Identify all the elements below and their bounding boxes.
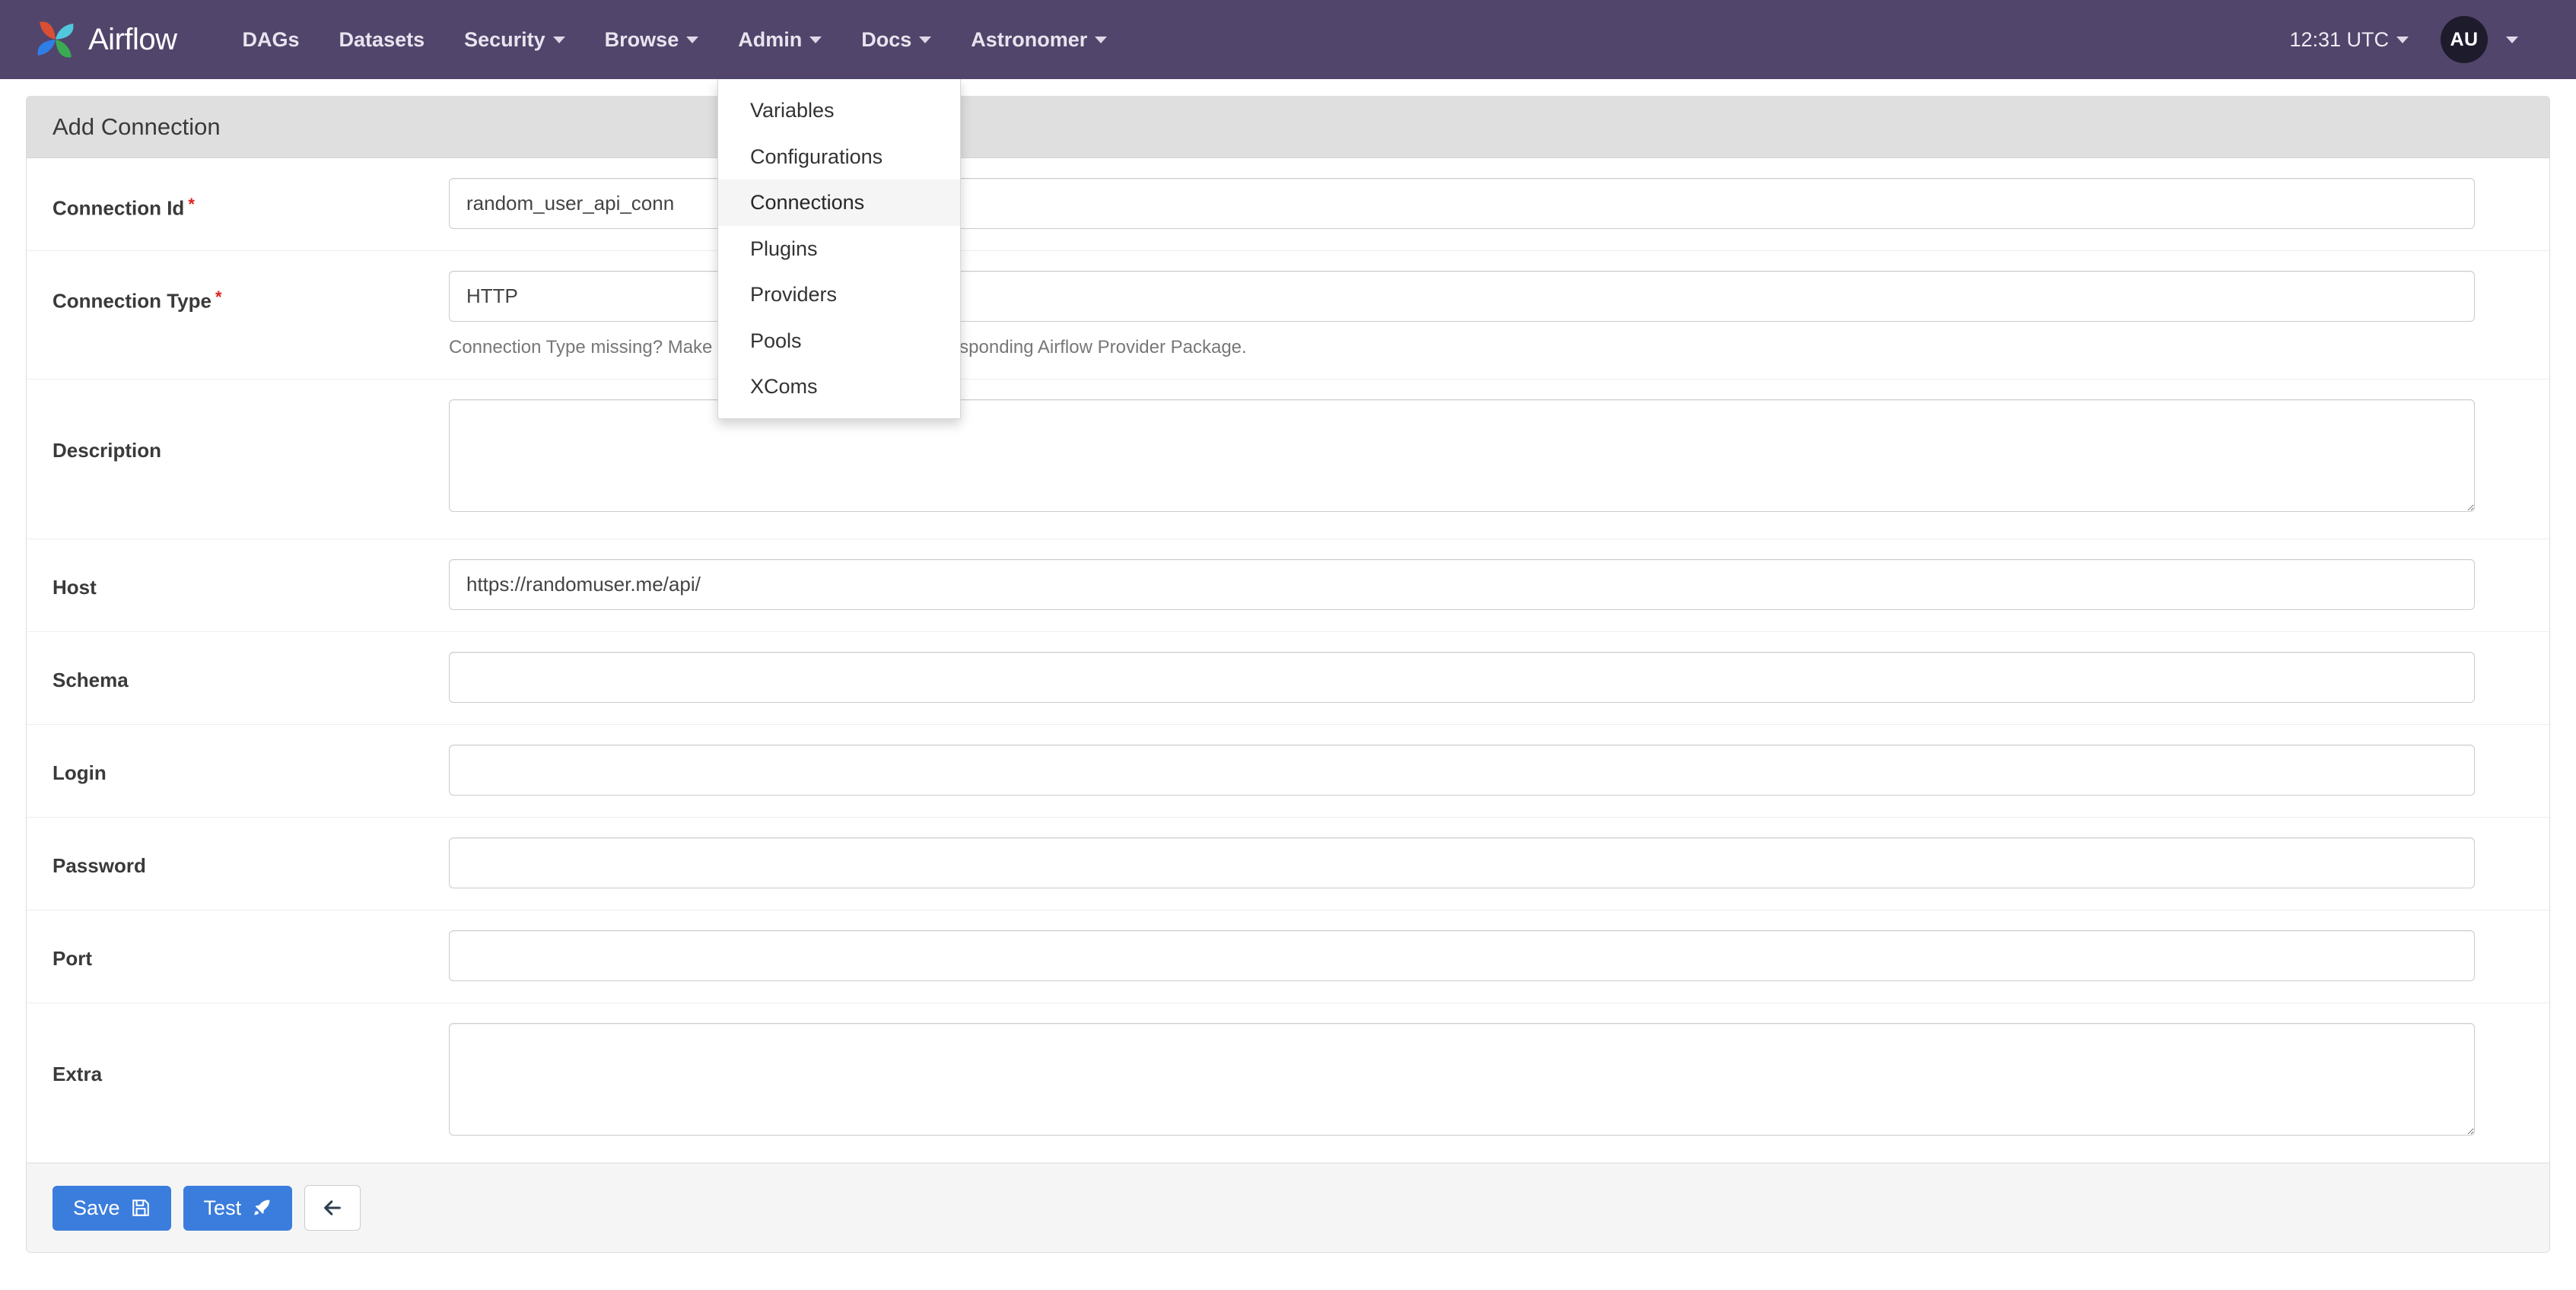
port-label: Port: [52, 947, 92, 971]
form-row-login: Login: [27, 725, 2549, 818]
test-button[interactable]: Test: [183, 1185, 293, 1231]
label-cell: Connection Type *: [27, 251, 449, 313]
form-row-extra: Extra: [27, 1003, 2549, 1164]
admin-dropdown-menu: Variables Configurations Connections Plu…: [717, 79, 961, 419]
chevron-down-icon: [2396, 36, 2409, 43]
nav-item-label: Datasets: [339, 27, 425, 51]
form-row-password: Password: [27, 818, 2549, 911]
control-cell: [449, 725, 2549, 815]
test-button-label: Test: [203, 1196, 242, 1219]
form-row-connection-type: Connection Type* Connection Type missing…: [27, 251, 2549, 380]
nav-item-docs[interactable]: Docs: [841, 0, 951, 79]
user-menu[interactable]: AU: [2428, 16, 2530, 63]
admin-menu-item-configurations[interactable]: Configurations: [718, 134, 960, 180]
nav-items: DAGs Datasets Security Browse Admin Docs…: [223, 0, 1127, 79]
form-row-schema: Schema: [27, 632, 2549, 726]
form-row-connection-id: Connection Id *: [27, 158, 2549, 251]
label-cell: Description: [27, 380, 449, 462]
nav-item-admin[interactable]: Admin: [718, 0, 841, 79]
airflow-pinwheel-logo-icon: [33, 17, 78, 62]
back-button[interactable]: [304, 1185, 361, 1231]
utc-clock-label: 12:31 UTC: [2289, 27, 2389, 51]
panel-heading: Add Connection: [27, 97, 2549, 158]
nav-item-security[interactable]: Security: [444, 0, 585, 79]
admin-menu-item-providers[interactable]: Providers: [718, 272, 960, 318]
extra-label: Extra: [52, 1063, 103, 1086]
control-cell: [449, 910, 2549, 1001]
description-label: Description: [52, 439, 162, 462]
control-cell: [449, 1003, 2549, 1155]
utc-clock-dropdown[interactable]: 12:31 UTC: [2275, 28, 2422, 52]
navbar-right-group: 12:31 UTC AU: [2275, 16, 2546, 63]
brand-label: Airflow: [88, 23, 177, 56]
page-content: Add Connection Connection Id* Connection…: [0, 96, 2576, 1284]
rocket-icon: [252, 1198, 272, 1218]
label-cell: Host: [27, 539, 449, 599]
top-navbar: Airflow DAGs Datasets Security Browse Ad…: [0, 0, 2576, 419]
nav-item-label: Docs: [861, 27, 912, 51]
nav-item-label: Security: [464, 27, 545, 51]
host-label: Host: [52, 576, 97, 599]
login-label: Login: [52, 761, 107, 785]
password-input[interactable]: [449, 837, 2475, 889]
extra-textarea[interactable]: [449, 1023, 2475, 1136]
port-input[interactable]: [449, 930, 2475, 982]
arrow-left-icon: [322, 1197, 343, 1219]
nav-item-datasets[interactable]: Datasets: [320, 0, 445, 79]
nav-item-astronomer[interactable]: Astronomer: [951, 0, 1127, 79]
chevron-down-icon: [919, 36, 932, 43]
nav-item-label: Browse: [604, 27, 679, 51]
nav-item-dags[interactable]: DAGs: [223, 0, 320, 79]
nav-item-label: Admin: [738, 27, 803, 51]
required-marker: *: [215, 288, 222, 307]
connection-form: Connection Id* Connection Type* Connecti…: [27, 158, 2549, 1164]
nav-item-label: Astronomer: [971, 27, 1088, 51]
label-cell: Connection Id *: [27, 158, 449, 221]
avatar-initials: AU: [2450, 28, 2479, 50]
label-cell: Schema: [27, 632, 449, 692]
admin-menu-item-variables[interactable]: Variables: [718, 87, 960, 134]
control-cell: [449, 632, 2549, 723]
form-row-description: Description: [27, 380, 2549, 540]
save-button-label: Save: [73, 1196, 120, 1219]
label-cell: Password: [27, 818, 449, 878]
label-cell: Login: [27, 725, 449, 785]
form-row-port: Port: [27, 910, 2549, 1004]
page-bottom-spacer: [0, 1253, 2576, 1283]
schema-label: Schema: [52, 669, 129, 692]
schema-input[interactable]: [449, 652, 2475, 704]
page-title: Add Connection: [52, 113, 221, 140]
required-marker: *: [188, 195, 195, 214]
avatar: AU: [2441, 16, 2488, 63]
host-input[interactable]: [449, 559, 2475, 611]
form-row-host: Host: [27, 539, 2549, 633]
chevron-down-icon: [809, 36, 822, 43]
control-cell: [449, 818, 2549, 908]
control-cell: [449, 539, 2549, 630]
floppy-disk-icon: [131, 1198, 151, 1218]
login-input[interactable]: [449, 745, 2475, 796]
label-cell: Port: [27, 910, 449, 971]
label-cell: Extra: [27, 1003, 449, 1086]
chevron-down-icon: [2506, 36, 2518, 43]
admin-menu-item-connections[interactable]: Connections: [718, 180, 960, 226]
connection-id-label: Connection Id: [52, 196, 185, 220]
nav-item-label: DAGs: [242, 27, 300, 51]
nav-item-browse[interactable]: Browse: [585, 0, 719, 79]
chevron-down-icon: [1095, 36, 1108, 43]
chevron-down-icon: [686, 36, 699, 43]
admin-menu-item-plugins[interactable]: Plugins: [718, 226, 960, 272]
add-connection-panel: Add Connection Connection Id* Connection…: [26, 96, 2550, 1253]
chevron-down-icon: [552, 36, 565, 43]
save-button[interactable]: Save: [52, 1185, 171, 1231]
admin-menu-item-xcoms[interactable]: XComs: [718, 364, 960, 410]
password-label: Password: [52, 854, 146, 878]
admin-menu-item-pools[interactable]: Pools: [718, 318, 960, 364]
brand-home-link[interactable]: Airflow: [33, 17, 177, 62]
form-actions: Save Test: [27, 1163, 2549, 1253]
connection-type-label: Connection Type: [52, 289, 211, 313]
